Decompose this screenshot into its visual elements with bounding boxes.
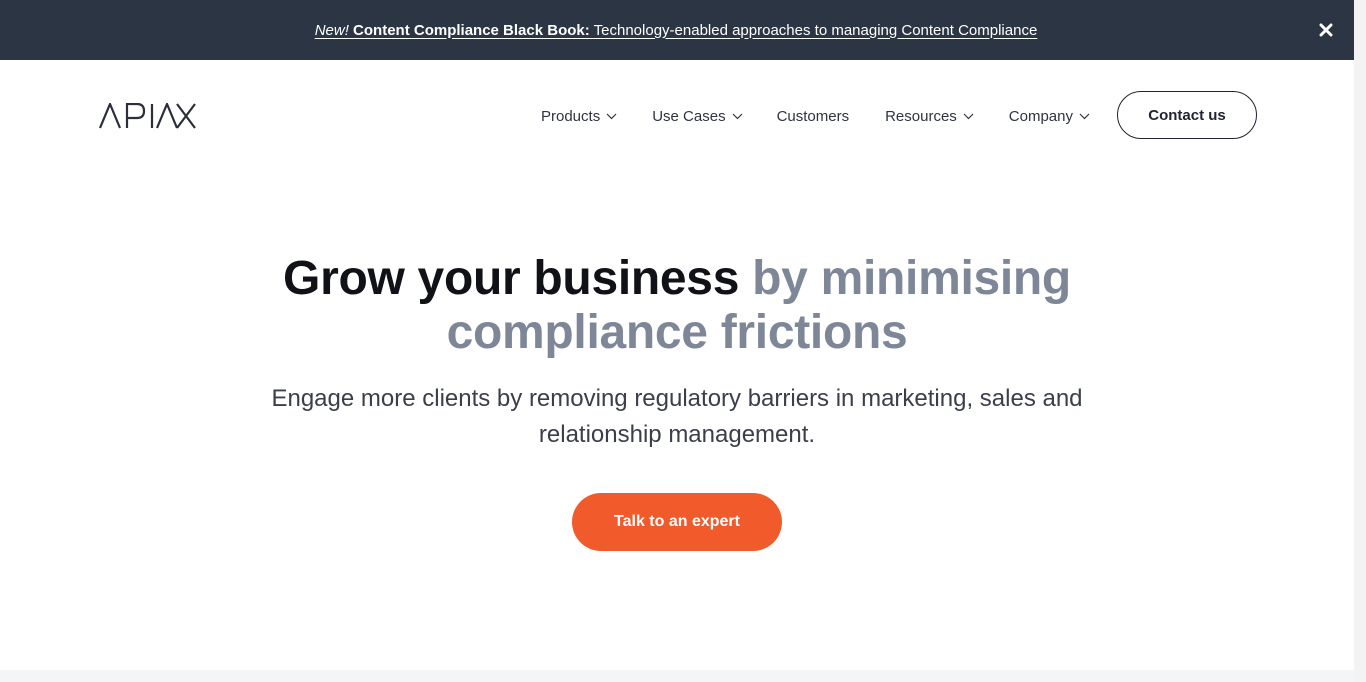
nav-item-label: Company — [1008, 107, 1073, 125]
nav-item-company[interactable]: Company — [1009, 108, 1090, 125]
next-section-edge — [0, 670, 1354, 682]
scrollbar[interactable] — [1354, 0, 1366, 682]
site-header: Products Use Cases Customers Resources C… — [0, 60, 1354, 170]
nav-item-use-cases[interactable]: Use Cases — [652, 108, 742, 125]
close-icon[interactable] — [1316, 20, 1336, 40]
contact-us-button[interactable]: Contact us — [1117, 91, 1257, 139]
hero-subtitle: Engage more clients by removing regulato… — [271, 385, 1083, 448]
chevron-down-icon — [606, 113, 617, 120]
announcement-text: Technology-enabled approaches to managin… — [593, 21, 1038, 39]
hero-title-dark: Grow your business — [283, 252, 740, 305]
nav-item-products[interactable]: Products — [541, 108, 617, 125]
nav-item-label: Resources — [885, 107, 957, 125]
page: New! Content Compliance Black Book: Tech… — [0, 0, 1366, 682]
nav-item-label: Products — [541, 107, 601, 125]
nav-item-label: Use Cases — [652, 107, 726, 125]
announcement-link[interactable]: New! Content Compliance Black Book: Tech… — [315, 22, 1038, 39]
announcement-new-label: New! — [314, 21, 349, 39]
nav-item-label: Customers — [776, 107, 850, 125]
announcement-title: Content Compliance Black Book: — [353, 21, 590, 39]
announcement-bar: New! Content Compliance Black Book: Tech… — [0, 0, 1354, 60]
chevron-down-icon — [732, 113, 743, 120]
chevron-down-icon — [1079, 113, 1090, 120]
hero-title: Grow your business by minimising complia… — [180, 252, 1174, 360]
nav-item-resources[interactable]: Resources — [885, 108, 974, 125]
main-nav: Products Use Cases Customers Resources C… — [541, 104, 1090, 128]
nav-item-customers[interactable]: Customers — [777, 108, 850, 125]
talk-to-expert-button[interactable]: Talk to an expert — [572, 493, 782, 551]
apiax-logo[interactable] — [98, 101, 196, 129]
chevron-down-icon — [963, 113, 974, 120]
